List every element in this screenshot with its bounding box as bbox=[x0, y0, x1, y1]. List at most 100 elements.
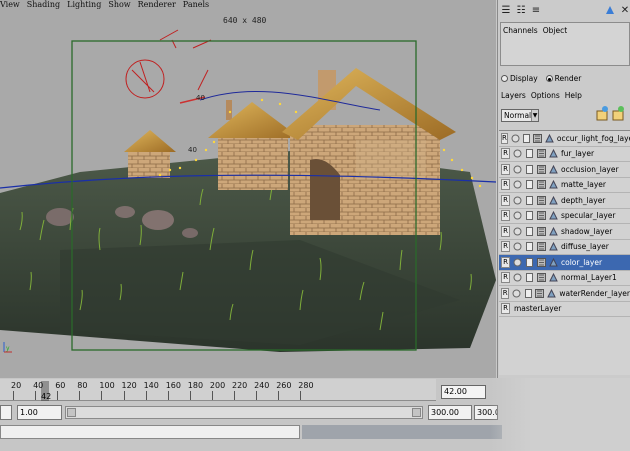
menu-channels[interactable]: Channels bbox=[503, 26, 538, 35]
layer-row[interactable]: Rcolor_layer bbox=[499, 255, 630, 271]
camera-icon[interactable] bbox=[513, 272, 522, 283]
render-toggle[interactable]: R bbox=[501, 148, 510, 160]
radio-render[interactable]: Render bbox=[545, 74, 581, 83]
layer-editor-icon[interactable]: ☷ bbox=[515, 4, 527, 16]
layer-type-icon bbox=[549, 226, 558, 237]
master-layer-row[interactable]: RmasterLayer bbox=[499, 302, 630, 317]
menu-object[interactable]: Object bbox=[543, 26, 567, 35]
layer-settings-icon[interactable] bbox=[532, 133, 542, 144]
tick-label: 40 bbox=[33, 381, 44, 390]
menu-lighting[interactable]: Lighting bbox=[67, 0, 101, 11]
layer-row[interactable]: Rocclusion_layer bbox=[499, 162, 630, 178]
layer-row[interactable]: Rdiffuse_layer bbox=[499, 240, 630, 255]
render-toggle[interactable]: R bbox=[501, 194, 510, 206]
rock bbox=[46, 208, 74, 226]
layer-settings-icon[interactable] bbox=[537, 164, 546, 175]
render-toggle[interactable]: R bbox=[501, 303, 510, 315]
close-icon[interactable]: ✕ bbox=[619, 4, 630, 16]
new-layer-selected-icon[interactable] bbox=[612, 104, 626, 121]
camera-icon[interactable] bbox=[511, 133, 520, 144]
visibility-icon[interactable] bbox=[525, 179, 534, 190]
range-end-field[interactable]: 300.00 bbox=[428, 405, 472, 420]
camera-icon[interactable] bbox=[513, 148, 522, 159]
render-toggle[interactable]: R bbox=[501, 132, 508, 144]
menu-options[interactable]: Options bbox=[531, 91, 560, 100]
layer-row[interactable]: Rfur_layer bbox=[499, 147, 630, 162]
camera-icon[interactable] bbox=[513, 164, 522, 175]
render-toggle[interactable]: R bbox=[501, 287, 510, 299]
radio-display[interactable]: Display bbox=[501, 74, 538, 83]
visibility-icon[interactable] bbox=[525, 210, 534, 221]
visibility-icon[interactable] bbox=[525, 226, 534, 237]
layer-settings-icon[interactable] bbox=[537, 257, 546, 268]
channel-box-icon[interactable]: ☰ bbox=[500, 4, 512, 16]
visibility-icon[interactable] bbox=[525, 257, 534, 268]
visibility-icon[interactable] bbox=[522, 133, 530, 144]
layer-row[interactable]: Roccur_light_fog_layer bbox=[499, 131, 630, 147]
render-toggle[interactable]: R bbox=[501, 272, 510, 284]
visibility-icon[interactable] bbox=[525, 195, 534, 206]
menu-help[interactable]: Help bbox=[565, 91, 582, 100]
layer-settings-icon[interactable] bbox=[537, 179, 546, 190]
camera-icon[interactable] bbox=[513, 226, 522, 237]
range-slider[interactable] bbox=[65, 406, 423, 419]
camera-icon[interactable] bbox=[513, 195, 522, 206]
render-toggle[interactable]: R bbox=[501, 179, 510, 191]
light-label: 40 bbox=[196, 94, 205, 102]
blend-mode-select[interactable]: Normal ▼ bbox=[501, 109, 539, 122]
layer-row[interactable]: Rdepth_layer bbox=[499, 193, 630, 209]
render-toggle[interactable]: R bbox=[501, 210, 510, 222]
camera-icon[interactable] bbox=[513, 179, 522, 190]
menu-layers[interactable]: Layers bbox=[501, 91, 526, 100]
anim-start-field[interactable] bbox=[0, 405, 12, 420]
layer-settings-icon[interactable] bbox=[535, 288, 545, 299]
render-toggle[interactable]: R bbox=[501, 163, 510, 175]
layer-name: occur_light_fog_layer bbox=[556, 133, 630, 143]
time-ruler[interactable]: 42 20 40 60 80 100 120 140 160 180 200 220 240 260 28… bbox=[0, 379, 436, 401]
layer-settings-icon[interactable] bbox=[537, 226, 546, 237]
visibility-icon[interactable] bbox=[525, 241, 534, 252]
tick-mark bbox=[167, 391, 169, 400]
layer-settings-icon[interactable] bbox=[537, 210, 546, 221]
render-toggle[interactable]: R bbox=[501, 256, 510, 268]
layer-settings-icon[interactable] bbox=[537, 272, 546, 283]
menu-view[interactable]: View bbox=[0, 0, 20, 11]
camera-icon[interactable] bbox=[513, 257, 522, 268]
svg-text:y: y bbox=[6, 345, 10, 352]
layer-row[interactable]: Rshadow_layer bbox=[499, 224, 630, 240]
menu-panels[interactable]: Panels bbox=[183, 0, 209, 11]
layer-row[interactable]: Rnormal_Layer1 bbox=[499, 271, 630, 286]
menu-renderer[interactable]: Renderer bbox=[138, 0, 176, 11]
layer-row[interactable]: RwaterRender_layer bbox=[499, 286, 630, 302]
viewport[interactable]: 40 40 y View Shading Lighting Show Rende… bbox=[0, 0, 496, 378]
render-toggle[interactable]: R bbox=[501, 241, 510, 253]
range-handle-end[interactable] bbox=[412, 408, 421, 417]
render-toggle[interactable]: R bbox=[501, 225, 510, 237]
layer-row[interactable]: Rmatte_layer bbox=[499, 178, 630, 193]
visibility-icon[interactable] bbox=[525, 164, 534, 175]
visibility-icon[interactable] bbox=[525, 272, 534, 283]
camera-icon[interactable] bbox=[513, 241, 522, 252]
layer-action-icons bbox=[596, 104, 626, 121]
channel-box: Channels Object bbox=[500, 22, 630, 66]
attribute-icon[interactable]: ≡ bbox=[530, 4, 542, 16]
layer-settings-icon[interactable] bbox=[537, 195, 546, 206]
tick-mark bbox=[35, 391, 37, 400]
camera-icon[interactable] bbox=[513, 210, 522, 221]
visibility-icon[interactable] bbox=[525, 148, 534, 159]
paint-icon[interactable] bbox=[604, 4, 616, 16]
current-frame-label: 42 bbox=[41, 392, 52, 401]
tick-label: 180 bbox=[187, 381, 204, 390]
layer-settings-icon[interactable] bbox=[537, 148, 546, 159]
menu-show[interactable]: Show bbox=[108, 0, 130, 11]
range-start-field[interactable]: 1.00 bbox=[17, 405, 62, 420]
layer-settings-icon[interactable] bbox=[537, 241, 546, 252]
menu-shading[interactable]: Shading bbox=[27, 0, 60, 11]
current-frame-field[interactable]: 42.00 bbox=[441, 385, 486, 399]
new-layer-icon[interactable] bbox=[596, 104, 610, 121]
camera-icon[interactable] bbox=[512, 288, 521, 299]
visibility-icon[interactable] bbox=[524, 288, 532, 299]
command-line[interactable] bbox=[0, 425, 300, 439]
layer-row[interactable]: Rspecular_layer bbox=[499, 209, 630, 224]
range-handle-start[interactable] bbox=[67, 408, 76, 417]
